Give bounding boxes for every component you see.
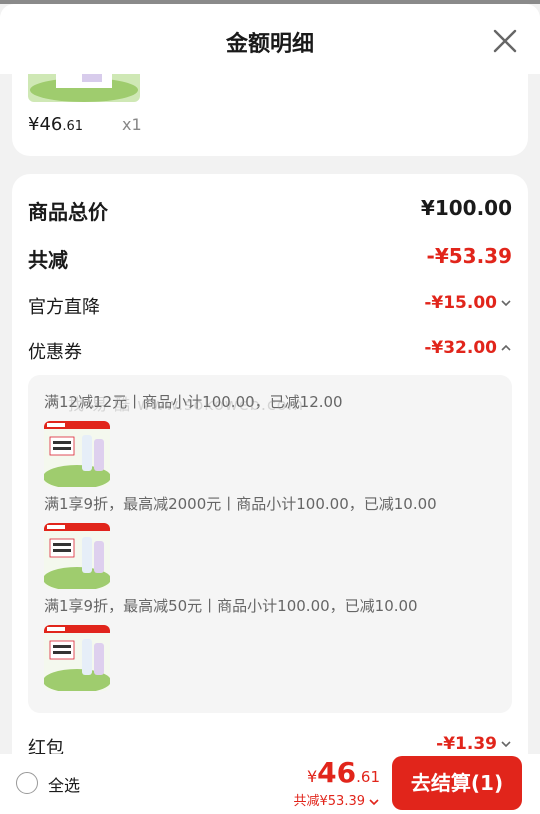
coupon-label: 优惠券 [28, 342, 82, 363]
official-discount-row[interactable]: 官方直降 -¥15.00 [28, 293, 512, 323]
red-packet-row[interactable]: 红包 -¥1.39 [28, 734, 512, 754]
total-reduce-label: 共减 [28, 248, 68, 272]
red-packet-label: 红包 [28, 738, 64, 754]
coupon-amount: -¥32.00 [424, 338, 512, 358]
sheet-header: 金额明细 [0, 4, 540, 74]
coupon-row[interactable]: 优惠券 -¥32.00 [28, 338, 512, 368]
coupon-product-image[interactable] [44, 625, 110, 691]
coupon-detail-text: 满12减12元丨商品小计100.00，已减12.00 [44, 393, 343, 411]
goods-total-label: 商品总价 [28, 200, 108, 224]
select-all-radio[interactable] [16, 772, 38, 794]
total-reduce-value: -¥53.39 [426, 244, 512, 268]
select-all-label[interactable]: 全选 [48, 772, 80, 796]
coupon-product-image[interactable] [44, 523, 110, 589]
red-packet-amount: -¥1.39 [436, 734, 512, 754]
amount-detail-card: 商品总价 ¥100.00 共减 -¥53.39 官方直降 -¥15.00 优惠券… [12, 174, 528, 754]
page-title: 金额明细 [225, 32, 314, 57]
goods-total-value: ¥100.00 [420, 196, 512, 220]
product-card: ¥46.61 x1 [12, 74, 528, 156]
product-thumbnail[interactable] [28, 74, 140, 102]
goods-total-row: 商品总价 ¥100.00 [28, 196, 512, 226]
coupon-detail-text: 满1享9折，最高减50元丨商品小计100.00，已减10.00 [44, 597, 418, 615]
chevron-up-icon [501, 344, 511, 351]
chevron-down-icon [501, 300, 511, 307]
coupon-detail-list: 满12减12元丨商品小计100.00，已减12.00 找 易 酷 www.sok… [28, 375, 512, 713]
total-price: ¥46.61 [306, 756, 380, 789]
checkout-bar: 全选 ¥46.61 共减¥53.39 去结算(1) [0, 754, 540, 814]
total-reduced-toggle[interactable]: 共减¥53.39 [294, 790, 381, 809]
chevron-down-icon [501, 741, 511, 748]
official-discount-amount: -¥15.00 [424, 293, 512, 313]
total-reduce-row: 共减 -¥53.39 [28, 244, 512, 274]
item-price: ¥46.61 [28, 114, 84, 135]
item-quantity: x1 [122, 115, 142, 134]
checkout-button[interactable]: 去结算(1) [392, 756, 522, 810]
coupon-product-image[interactable] [44, 421, 110, 487]
close-icon[interactable] [492, 28, 518, 54]
official-discount-label: 官方直降 [28, 297, 100, 318]
coupon-detail-text: 满1享9折，最高减2000元丨商品小计100.00，已减10.00 [44, 495, 437, 513]
chevron-down-icon [369, 798, 379, 805]
